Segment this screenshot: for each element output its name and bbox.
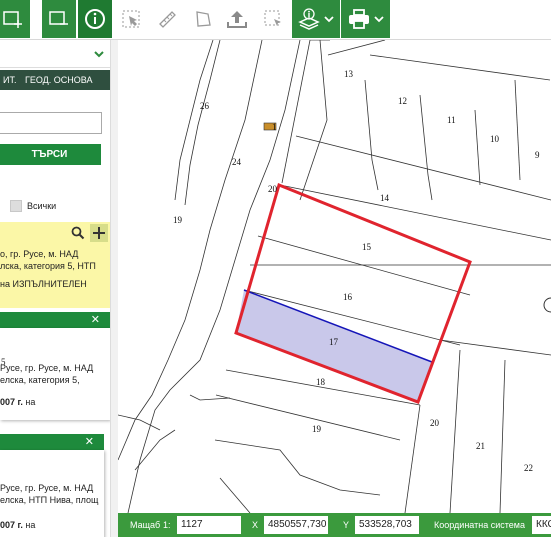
result-text-line: 007 г. на: [0, 520, 35, 530]
parcel-label: 14: [380, 193, 390, 203]
map-parcel-label: 5: [1, 357, 6, 367]
plus-icon: [93, 227, 105, 239]
select-box-icon: [264, 10, 281, 26]
parcel-label: 18: [316, 377, 326, 387]
remove-layer-button[interactable]: [42, 0, 76, 38]
selected-result-card[interactable]: о, гр. Русе, м. НАД лска, категория 5, Н…: [0, 222, 110, 308]
parcel-boundaries: [118, 40, 551, 513]
panel-splitter[interactable]: [110, 40, 118, 537]
parcel-label: 26: [200, 101, 210, 111]
layers-info-icon: [298, 8, 320, 30]
result-card-header: ✕: [0, 312, 110, 328]
measure-area-button[interactable]: [186, 0, 220, 38]
parcel-label: 12: [398, 96, 407, 106]
result-date: 007 г.: [0, 397, 23, 407]
result-text-line: Русе, гр. Русе, м. НАД: [0, 483, 94, 493]
y-label: Y: [343, 520, 350, 530]
result-text-line: 007 г. на: [0, 397, 35, 407]
chevron-down-icon: [373, 16, 384, 23]
select-all-row: Всички: [0, 200, 110, 214]
result-text-suffix: на: [22, 520, 36, 530]
x-label: X: [252, 520, 259, 530]
scale-prefix: 1:: [163, 520, 171, 530]
building-label: 1: [272, 122, 277, 132]
tab-cadastre[interactable]: ИТ.: [0, 75, 19, 85]
parcel-label: 21: [476, 441, 485, 451]
select-all-checkbox[interactable]: [10, 200, 22, 212]
ruler-icon: [159, 11, 176, 28]
search-input[interactable]: [0, 112, 102, 134]
layers-info-dropdown[interactable]: [292, 0, 340, 38]
close-icon[interactable]: ✕: [85, 435, 94, 448]
parcel-label: 16: [343, 292, 353, 302]
remove-layer-icon: [49, 11, 68, 25]
chevron-down-icon: [324, 16, 334, 23]
parcel-label: 19: [173, 215, 183, 225]
search-tabs: ИТ. ГЕОД. ОСНОВА: [0, 70, 110, 90]
search-button[interactable]: ТЪРСИ: [0, 144, 101, 165]
close-icon[interactable]: ✕: [91, 313, 100, 326]
upload-button[interactable]: [220, 0, 254, 38]
select-arrow-button[interactable]: [114, 0, 148, 38]
select-arrow-icon: [122, 10, 140, 28]
parcel-label: 11: [447, 115, 456, 125]
result-card[interactable]: Русе, гр. Русе, м. НАД елска, категория …: [0, 328, 110, 420]
measure-distance-button[interactable]: [150, 0, 184, 38]
info-button[interactable]: [78, 0, 112, 38]
layer-dropdown[interactable]: [0, 42, 110, 68]
result-card-header: ✕: [0, 434, 104, 450]
result-text-line: елска, НТП Нива, площ: [0, 495, 99, 505]
parcel-label: 20: [430, 418, 440, 428]
add-button[interactable]: [90, 224, 108, 242]
add-layer-button[interactable]: [0, 0, 30, 38]
add-layer-icon: [3, 11, 22, 28]
parcel-label: 17: [329, 337, 339, 347]
scale-input[interactable]: 1127: [177, 516, 241, 534]
top-toolbar: [0, 0, 551, 40]
result-text-line: Русе, гр. Русе, м. НАД: [0, 363, 94, 373]
parcel-label: 22: [524, 463, 533, 473]
parcel-label: 13: [344, 69, 354, 79]
result-date: 007 г.: [0, 520, 23, 530]
parcel-label: 10: [490, 134, 500, 144]
select-box-button[interactable]: [256, 0, 290, 38]
result-text-line: о, гр. Русе, м. НАД: [0, 249, 79, 259]
print-icon: [348, 9, 369, 29]
crs-label: Координатна система: [434, 520, 525, 530]
select-all-label: Всички: [27, 201, 57, 211]
crs-select[interactable]: ККС: [532, 516, 551, 534]
map-edge-marker: [543, 297, 551, 313]
chevron-down-icon: [94, 51, 104, 58]
map-canvas[interactable]: 1 13 12 11 10 9 26 24 20 14 19 15 16 17 …: [118, 40, 551, 513]
result-card[interactable]: Русе, гр. Русе, м. НАД елска, НТП Нива, …: [0, 450, 104, 537]
info-icon: [85, 9, 105, 29]
cadastral-map[interactable]: 1 13 12 11 10 9 26 24 20 14 19 15 16 17 …: [118, 40, 551, 513]
upload-icon: [227, 11, 247, 28]
tab-geodetic-base[interactable]: ГЕОД. ОСНОВА: [22, 75, 95, 85]
x-coordinate: 4850557,730: [264, 516, 328, 534]
result-text-line: лска, категория 5, НТП: [0, 261, 96, 271]
print-dropdown[interactable]: [341, 0, 390, 38]
status-bar: Мащаб 1: 1127 X 4850557,730 Y 533528,703…: [118, 513, 551, 537]
left-panel: ИТ. ГЕОД. ОСНОВА ТЪРСИ Всички о, гр. Рус…: [0, 40, 118, 537]
parcel-label: 15: [362, 242, 372, 252]
parcel-label: 24: [232, 157, 242, 167]
y-coordinate: 533528,703: [355, 516, 419, 534]
polygon-icon: [196, 11, 211, 27]
scale-label: Мащаб: [130, 520, 161, 530]
result-text-suffix: на: [22, 397, 36, 407]
result-text-line: елска, категория 5,: [0, 375, 80, 385]
parcel-label: 20: [268, 184, 278, 194]
result-text-line: на ИЗПЪЛНИТЕЛЕН: [0, 279, 87, 289]
parcel-label: 19: [312, 424, 322, 434]
parcel-label: 9: [535, 150, 540, 160]
search-icon[interactable]: [71, 226, 85, 240]
